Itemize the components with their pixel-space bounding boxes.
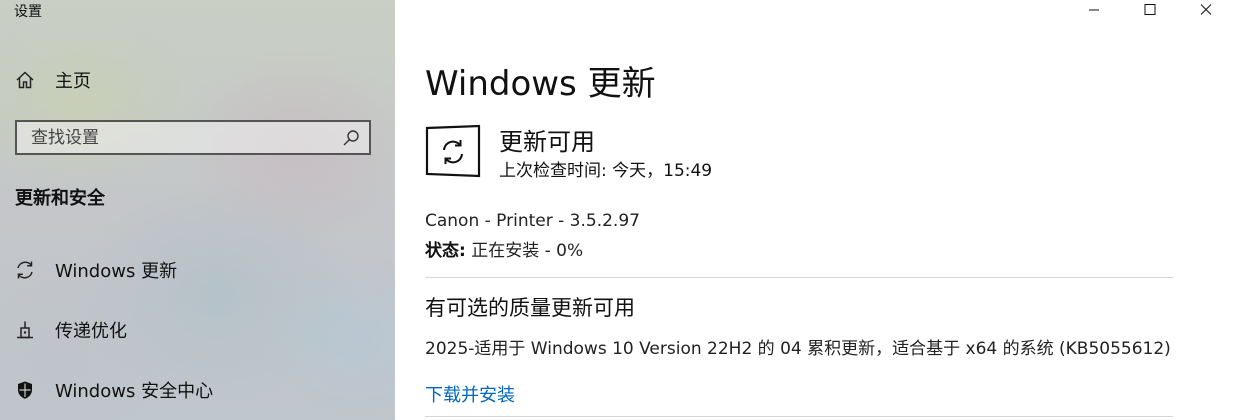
page-title: Windows 更新 (425, 64, 656, 104)
maximize-button[interactable] (1122, 0, 1178, 20)
divider (425, 416, 1173, 417)
sidebar-item-home[interactable]: 主页 (0, 60, 395, 100)
home-icon (14, 69, 36, 91)
minimize-icon (1088, 1, 1100, 20)
search-box (15, 120, 371, 155)
sidebar-item-label: Windows 安全中心 (55, 381, 214, 402)
window-controls (1066, 0, 1234, 20)
optional-update-description: 2025-适用于 Windows 10 Version 22H2 的 04 累积… (425, 339, 1171, 359)
sidebar-item-delivery-optimization[interactable]: 传递优化 (0, 310, 395, 350)
sidebar: 设置 主页 更新和安全 (0, 0, 395, 420)
sidebar-item-windows-update[interactable]: Windows 更新 (0, 250, 395, 290)
sidebar-item-label: 主页 (55, 71, 91, 92)
settings-window: 设置 主页 更新和安全 (0, 0, 1234, 420)
status-value: 正在安装 - 0% (465, 241, 584, 261)
optional-update-heading: 有可选的质量更新可用 (425, 296, 635, 320)
maximize-icon (1144, 1, 1156, 20)
update-status: 状态: 正在安装 - 0% (425, 236, 583, 261)
sidebar-item-label: Windows 更新 (55, 261, 178, 282)
minimize-button[interactable] (1066, 0, 1122, 20)
section-heading: 更新和安全 (15, 188, 105, 209)
last-checked-text: 上次检查时间: 今天，15:49 (499, 161, 713, 181)
main-content: Windows 更新 更新可用 上次检查时间: 今天，15:49 Canon -… (395, 0, 1234, 420)
shield-icon (14, 379, 36, 401)
divider (425, 277, 1173, 278)
search-icon[interactable] (341, 128, 361, 148)
update-name: Canon - Printer - 3.5.2.97 (425, 211, 640, 231)
close-button[interactable] (1178, 0, 1234, 20)
app-title: 设置 (14, 4, 42, 20)
close-icon (1200, 1, 1212, 20)
update-available-icon (425, 124, 481, 180)
sync-icon (14, 259, 36, 281)
download-install-link[interactable]: 下载并安装 (425, 381, 515, 407)
search-input[interactable] (17, 121, 341, 154)
sidebar-item-label: 传递优化 (55, 321, 127, 342)
delivery-optimization-icon (14, 319, 36, 341)
status-title: 更新可用 (499, 128, 595, 156)
status-label: 状态: (425, 241, 466, 261)
sidebar-item-windows-security[interactable]: Windows 安全中心 (0, 370, 395, 410)
